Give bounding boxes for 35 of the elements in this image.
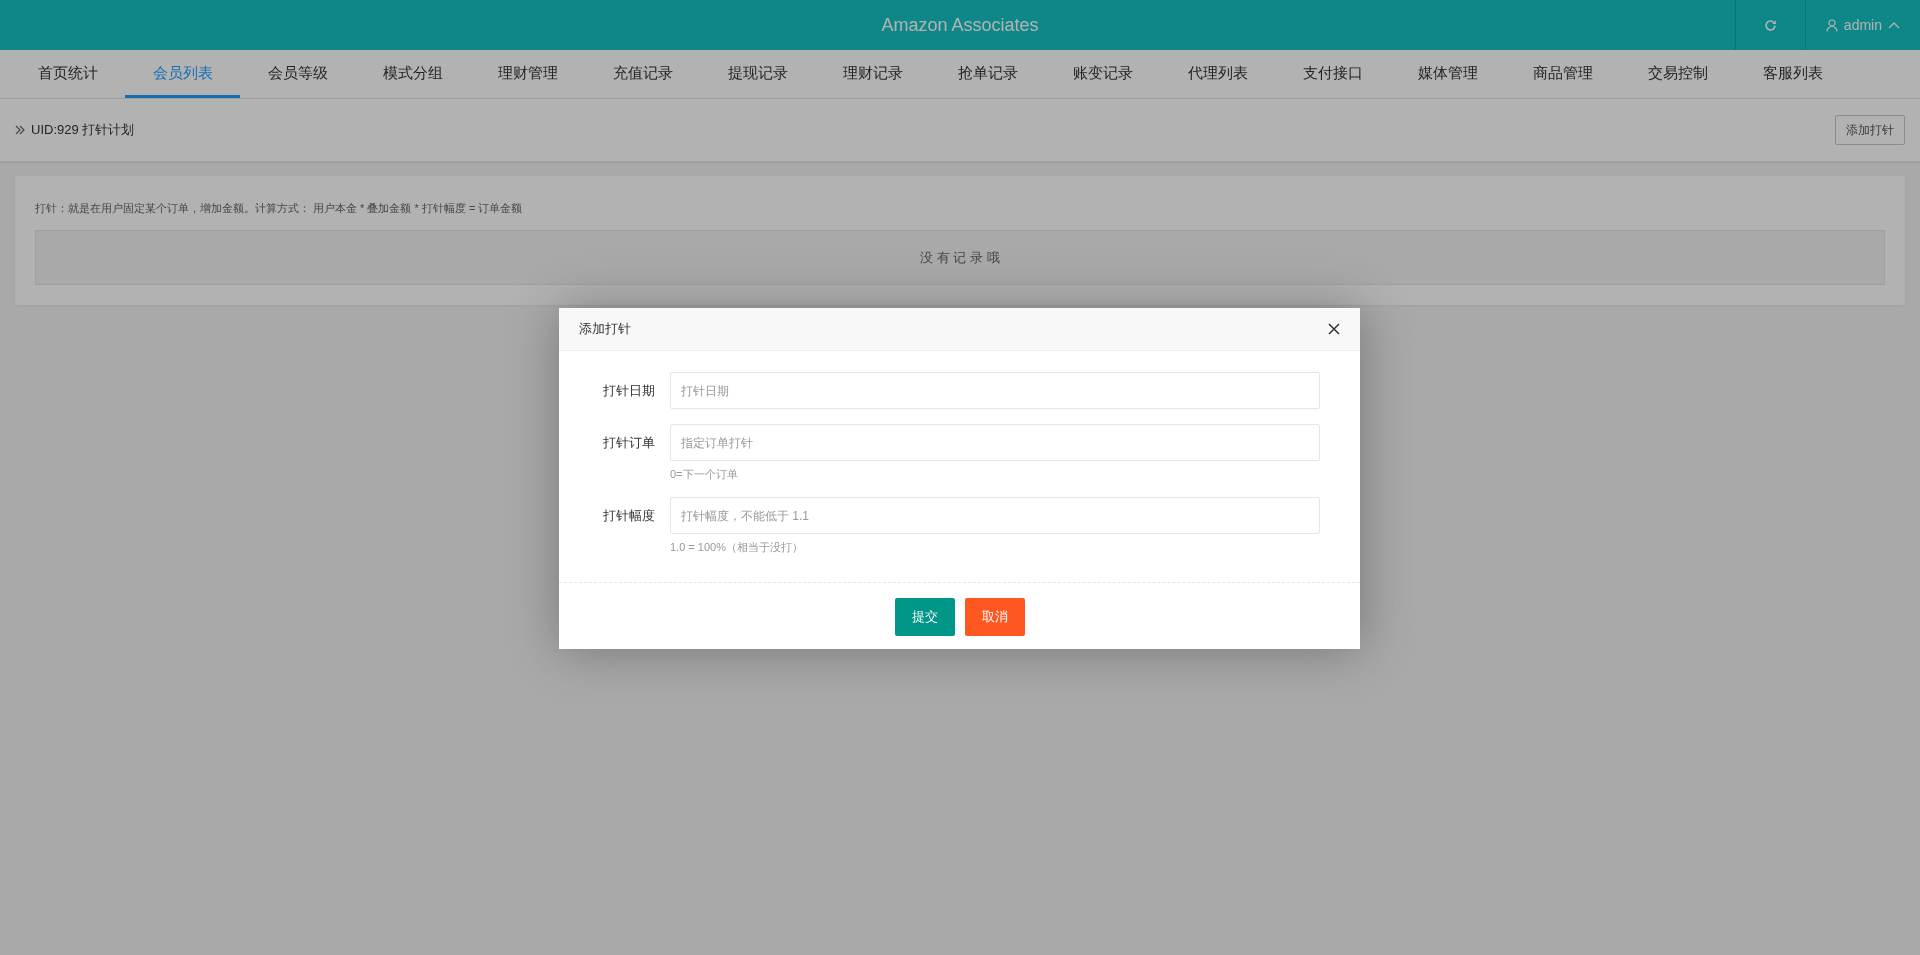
caret-icon [1888,21,1900,29]
user-icon [1825,18,1838,32]
nav-tab[interactable]: 理财记录 [815,50,930,98]
nav-tab[interactable]: 支付接口 [1275,50,1390,98]
submit-button[interactable]: 提交 [894,598,955,636]
field-label: 打针幅度 [602,507,656,525]
input-field[interactable]: 打针日期 [670,372,1320,409]
nav-tab[interactable]: 商品管理 [1505,50,1620,98]
nav-tab[interactable]: 抢单记录 [930,50,1045,98]
input-field[interactable]: 打针幅度，不能低于 1.1 [670,497,1320,534]
app-title: Amazon Associates [881,14,1039,37]
nav-tab[interactable]: 提现记录 [700,50,815,98]
info-text: 打针：就是在用户固定某个订单，增加金额。计算方式： 用户本金 * 叠加金额 * 打针幅度 = 订单金额 [35,201,524,216]
input-field[interactable]: 指定订单打针 [670,424,1320,461]
nav-tab[interactable]: 充值记录 [585,50,700,98]
nav-tab[interactable]: 媒体管理 [1390,50,1505,98]
nav-tab[interactable]: 账变记录 [1045,50,1160,98]
nav-tab[interactable]: 客服列表 [1735,50,1850,98]
nav-tab[interactable]: 会员等级 [240,50,355,98]
help-text: 0=下一个订单 [670,467,738,482]
refresh-icon [1763,18,1777,32]
help-text: 1.0 = 100%（相当于没打） [670,540,803,555]
nav-tab[interactable]: 交易控制 [1620,50,1735,98]
nav-tab[interactable]: 理财管理 [470,50,585,98]
dialog-title: 添加打针 [579,320,632,338]
nav-tab[interactable]: 模式分组 [355,50,470,98]
close-icon[interactable] [1328,323,1340,335]
double-chevron-icon [15,125,25,135]
add-button[interactable]: 添加打针 [1835,115,1905,145]
page-title: UID:929 打针计划 [31,121,135,139]
empty-message: 没 有 记 录 哦 [35,230,1885,285]
field-label: 打针日期 [602,382,656,400]
nav-tab[interactable]: 代理列表 [1160,50,1275,98]
field-label: 打针订单 [602,434,656,452]
nav-tab[interactable]: 首页统计 [10,50,125,98]
